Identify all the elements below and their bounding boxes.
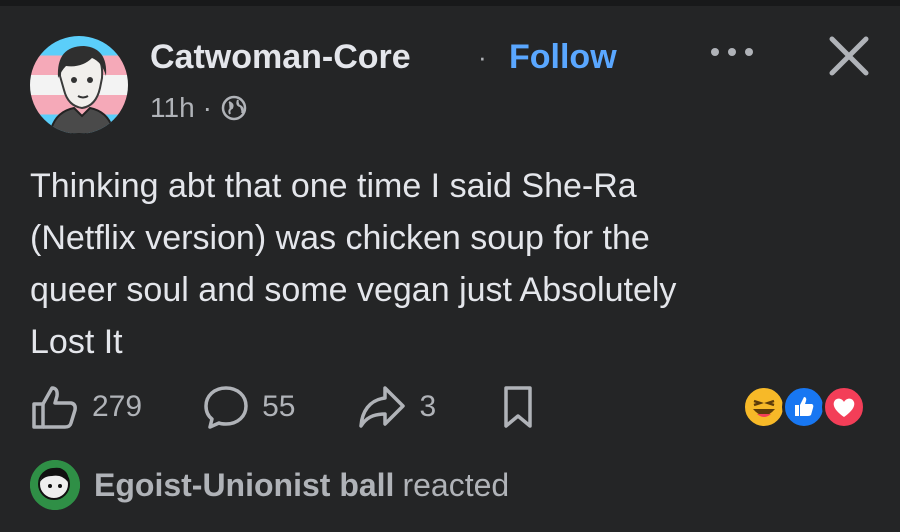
like-icon	[795, 397, 814, 416]
share-button[interactable]: 3	[357, 384, 436, 430]
more-icon	[711, 48, 719, 56]
haha-icon	[753, 399, 775, 417]
reactor-portrait	[30, 460, 80, 510]
share-count: 3	[419, 390, 437, 423]
post-text: Thinking abt that one time I said She-Ra…	[30, 167, 677, 361]
more-options-button[interactable]	[707, 36, 757, 66]
reactor-name[interactable]: Egoist-Unionist ball	[94, 467, 394, 504]
comment-button[interactable]: 55	[202, 384, 295, 430]
more-icon	[745, 48, 753, 56]
meta-separator: ·	[202, 92, 212, 123]
heart-icon	[833, 398, 855, 417]
like-emoji	[782, 385, 826, 429]
bookmark-icon	[504, 386, 532, 428]
haha-emoji	[742, 385, 786, 429]
author-avatar[interactable]	[30, 36, 128, 134]
save-button[interactable]	[500, 384, 536, 430]
reactor-avatar	[30, 460, 80, 510]
comment-count: 55	[262, 390, 296, 423]
post-actions: 279 55 3	[30, 382, 536, 432]
reaction-summary[interactable]	[742, 385, 872, 431]
share-icon	[359, 386, 406, 428]
globe-icon	[221, 95, 247, 121]
post-time[interactable]: 11h	[150, 92, 195, 124]
thumbs-up-icon	[32, 386, 77, 429]
reacted-label: reacted	[402, 466, 510, 503]
like-count: 279	[92, 390, 143, 423]
top-bar	[0, 0, 900, 6]
like-button[interactable]: 279	[30, 384, 142, 430]
more-icon	[728, 48, 736, 56]
name-separator: ·	[478, 42, 487, 72]
love-emoji	[822, 385, 866, 429]
reacted-row[interactable]: Egoist-Unionist ball reacted	[30, 460, 509, 510]
follow-button[interactable]: Follow	[509, 38, 617, 77]
close-button[interactable]	[826, 33, 872, 79]
author-name[interactable]: Catwoman-Core	[150, 38, 411, 77]
close-icon	[829, 36, 869, 76]
comment-icon	[204, 386, 248, 429]
avatar-portrait	[48, 46, 116, 134]
post-meta: 11h ·	[150, 92, 248, 124]
